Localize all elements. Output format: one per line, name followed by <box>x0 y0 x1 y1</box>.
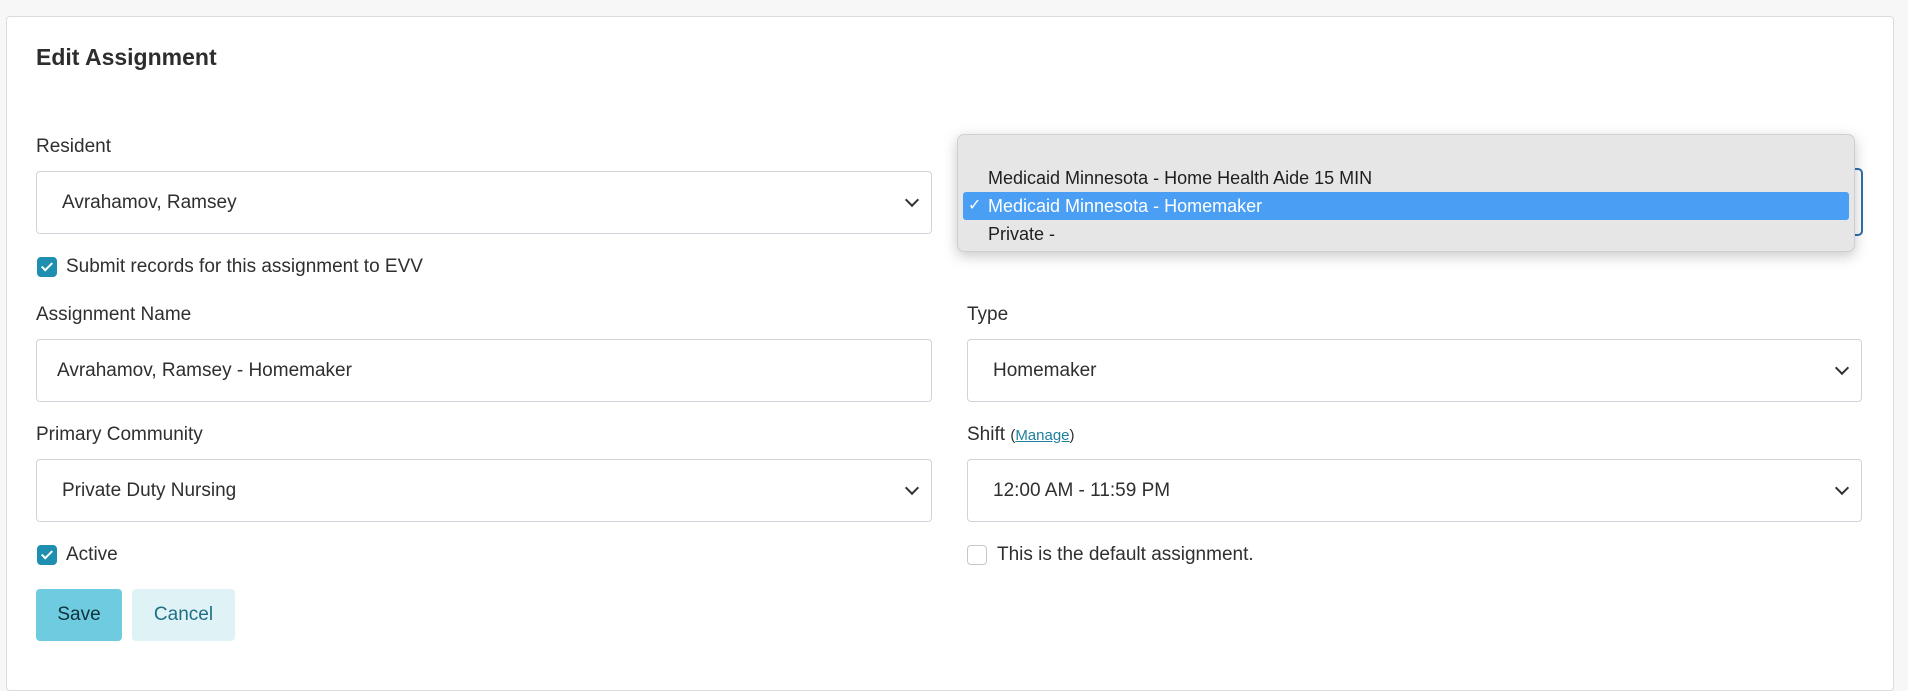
assignment-name-label: Assignment Name <box>36 304 192 325</box>
resident-value: Avrahamov, Ramsey <box>62 191 237 213</box>
default-assignment-checkbox[interactable] <box>967 545 987 565</box>
page-title: Edit Assignment <box>36 44 217 70</box>
option-label: Private - <box>988 223 1056 244</box>
chevron-down-icon <box>1834 480 1850 495</box>
type-value: Homemaker <box>993 359 1097 381</box>
shift-label-row: Shift (Manage) <box>967 424 1075 446</box>
dropdown-option-selected[interactable]: ✓ Medicaid Minnesota - Homemaker <box>963 192 1849 220</box>
chevron-down-icon <box>904 192 920 207</box>
evv-label: Submit records for this assignment to EV… <box>66 256 423 277</box>
shift-select[interactable]: 12:00 AM - 11:59 PM <box>967 459 1862 522</box>
chevron-down-icon <box>904 480 920 495</box>
default-assignment-label: This is the default assignment. <box>997 544 1254 565</box>
active-checkbox[interactable] <box>37 545 57 565</box>
assignment-name-value: Avrahamov, Ramsey - Homemaker <box>57 359 352 381</box>
resident-select[interactable]: Avrahamov, Ramsey <box>36 171 932 234</box>
primary-community-label: Primary Community <box>36 424 203 445</box>
primary-community-select[interactable]: Private Duty Nursing <box>36 459 932 522</box>
assignment-name-input[interactable]: Avrahamov, Ramsey - Homemaker <box>36 339 932 402</box>
checkmark-icon <box>40 259 54 272</box>
save-button[interactable]: Save <box>36 589 122 641</box>
type-select[interactable]: Homemaker <box>967 339 1862 402</box>
shift-value: 12:00 AM - 11:59 PM <box>993 479 1171 501</box>
billing-dropdown-menu: Medicaid Minnesota - Home Health Aide 15… <box>957 134 1855 252</box>
manage-link[interactable]: Manage <box>1015 427 1069 444</box>
chevron-down-icon <box>1834 360 1850 375</box>
shift-close-paren: ) <box>1069 427 1075 444</box>
evv-checkbox[interactable] <box>37 257 57 277</box>
checkmark-icon: ✓ <box>968 197 982 214</box>
type-label: Type <box>967 304 1009 325</box>
cancel-button[interactable]: Cancel <box>132 589 235 641</box>
checkmark-icon <box>40 547 54 560</box>
option-label: Medicaid Minnesota - Home Health Aide 15… <box>988 167 1373 188</box>
option-label: Medicaid Minnesota - Homemaker <box>988 195 1263 216</box>
shift-label: Shift <box>967 424 1006 445</box>
active-label: Active <box>66 544 118 565</box>
dropdown-option[interactable]: Medicaid Minnesota - Home Health Aide 15… <box>963 164 1849 192</box>
resident-label: Resident <box>36 136 111 157</box>
primary-community-value: Private Duty Nursing <box>62 479 237 501</box>
dropdown-option[interactable]: Private - <box>963 220 1849 248</box>
